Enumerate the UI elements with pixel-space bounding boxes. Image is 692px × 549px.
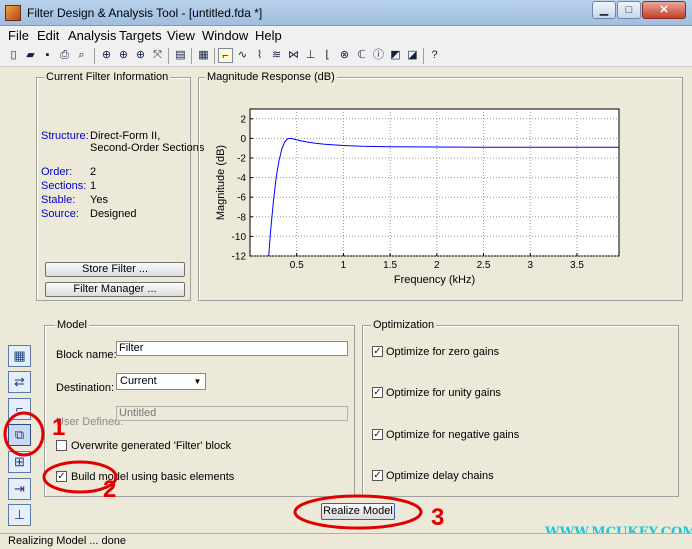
status-text: Realizing Model ... done [8,535,127,547]
annotation-overlay [3,411,423,530]
annotation-circle-3 [293,494,423,530]
annotation-circle-1 [3,411,45,457]
status-bar: Realizing Model ... done [0,533,692,549]
annotation-number-2: 2 [103,476,117,503]
annotation-number-1: 1 [52,414,66,441]
annotation-number-3: 3 [431,504,445,531]
